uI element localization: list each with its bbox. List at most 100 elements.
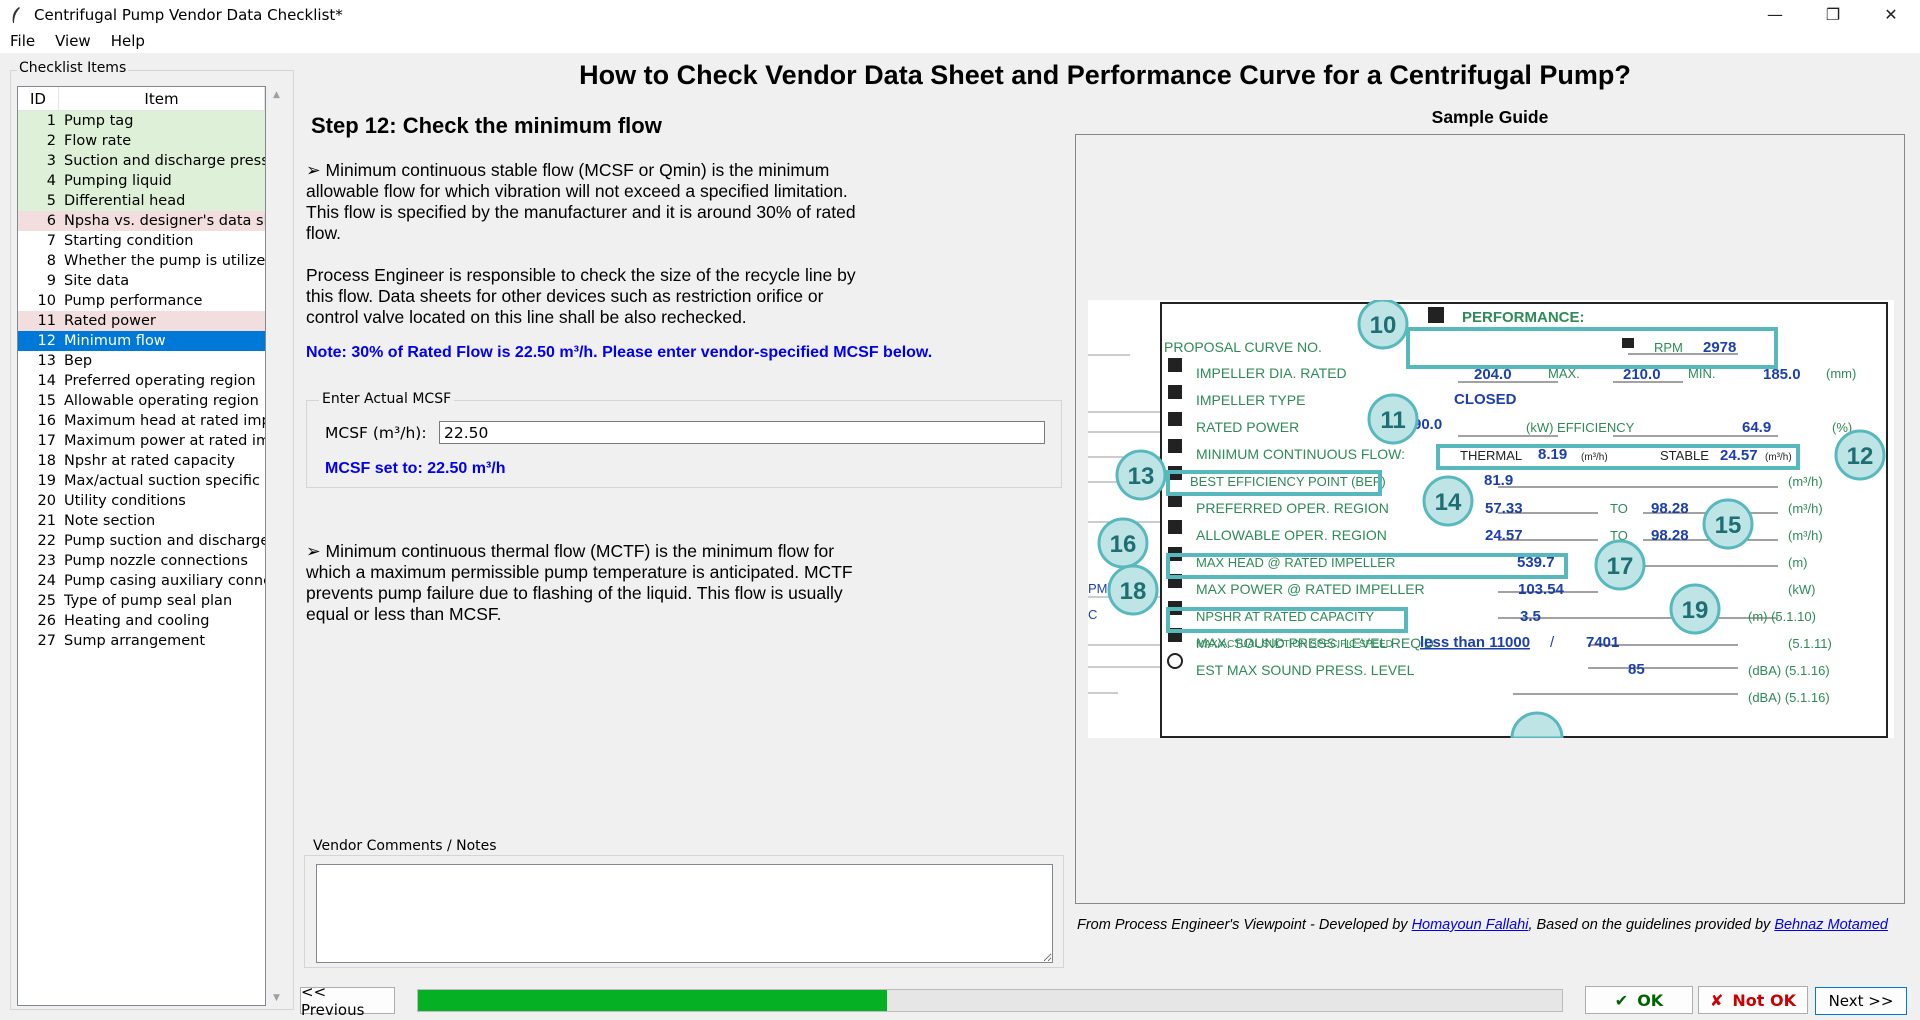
close-button[interactable]: ✕ bbox=[1862, 0, 1920, 29]
checklist-row[interactable]: 24 Pump casing auxiliary connections bbox=[18, 571, 265, 591]
menu-file[interactable]: File bbox=[0, 32, 45, 50]
vendor-datasheet-image: PM) C PERFORMANCE: PROPOSAL CURVE NO. IM… bbox=[1088, 300, 1894, 738]
checklist-row-id: 15 bbox=[37, 393, 56, 409]
restore-button[interactable]: ❐ bbox=[1804, 0, 1862, 29]
column-header-item[interactable]: Item bbox=[59, 87, 265, 110]
checklist-row[interactable]: 14 Preferred operating region bbox=[18, 371, 265, 391]
checklist-row-id: 20 bbox=[37, 493, 56, 509]
checklist-row[interactable]: 4 Pumping liquid bbox=[18, 171, 265, 191]
previous-button[interactable]: << Previous bbox=[300, 983, 395, 1019]
checklist-row[interactable]: 8 Whether the pump is utilized continuous… bbox=[18, 251, 265, 271]
checklist-row-id: 4 bbox=[46, 173, 56, 189]
checklist-row[interactable]: 18 Npshr at rated capacity bbox=[18, 451, 265, 471]
mcsf-input[interactable] bbox=[439, 421, 1045, 444]
checklist-row-label: Flow rate bbox=[64, 133, 132, 149]
checklist-row[interactable]: 12 Minimum flow bbox=[18, 331, 265, 351]
next-button[interactable]: Next >> bbox=[1815, 987, 1907, 1015]
mcsf-status: MCSF set to: 22.50 m³/h bbox=[325, 460, 506, 477]
ok-label: OK bbox=[1637, 990, 1664, 1010]
preferred-from-value: 57.33 bbox=[1485, 500, 1523, 517]
checklist-row[interactable]: 19 Max/actual suction specific speed bbox=[18, 471, 265, 491]
checklist-row-id: 23 bbox=[37, 553, 56, 569]
checklist-row-label: Suction and discharge pressure bbox=[64, 153, 265, 169]
checklist-row[interactable]: 27 Sump arrangement bbox=[18, 631, 265, 651]
checklist-row[interactable]: 2 Flow rate bbox=[18, 131, 265, 151]
ok-button[interactable]: ✔ OK bbox=[1585, 986, 1693, 1014]
checklist-row[interactable]: 10 Pump performance bbox=[18, 291, 265, 311]
to-label-1: TO bbox=[1610, 501, 1628, 516]
rpm-value: 2978 bbox=[1703, 339, 1736, 356]
kw-efficiency-label: (kW) EFFICIENCY bbox=[1526, 420, 1635, 435]
stable-value: 24.57 bbox=[1720, 447, 1758, 464]
checklist-row[interactable]: 16 Maximum head at rated impeller bbox=[18, 411, 265, 431]
column-header-id[interactable]: ID bbox=[18, 87, 59, 110]
not-ok-button[interactable]: ✘ Not OK bbox=[1698, 986, 1808, 1014]
checklist-row[interactable]: 7 Starting condition bbox=[18, 231, 265, 251]
checklist-row-label: Allowable operating region bbox=[64, 393, 259, 409]
checklist-row-label: Maximum power at rated impeller bbox=[64, 433, 265, 449]
edge-c-text: C bbox=[1088, 607, 1097, 622]
mctf-description: ➢ Minimum continuous thermal flow (MCTF)… bbox=[306, 541, 853, 624]
checklist-row-label: Max/actual suction specific speed bbox=[64, 473, 265, 489]
checklist-row-label: Preferred operating region bbox=[64, 373, 256, 389]
checklist-row-label: Sump arrangement bbox=[64, 633, 206, 649]
reference-link[interactable]: Behnaz Motamed bbox=[1774, 917, 1888, 933]
checklist-row-id: 13 bbox=[37, 353, 56, 369]
thermal-value: 8.19 bbox=[1538, 446, 1567, 463]
checklist-row[interactable]: 23 Pump nozzle connections bbox=[18, 551, 265, 571]
marker-13: 13 bbox=[1128, 463, 1155, 490]
author-link[interactable]: Homayoun Fallahi bbox=[1412, 917, 1529, 933]
checklist-row[interactable]: 26 Heating and cooling bbox=[18, 611, 265, 631]
checklist-row-label: Whether the pump is utilized continuousl… bbox=[64, 253, 265, 269]
checklist-row[interactable]: 13 Bep bbox=[18, 351, 265, 371]
window-title: Centrifugal Pump Vendor Data Checklist* bbox=[34, 5, 343, 24]
checklist-scrollbar[interactable]: ▲ ▼ bbox=[268, 86, 285, 1006]
checklist-row-label: Note section bbox=[64, 513, 156, 529]
checklist-row-label: Pump tag bbox=[64, 113, 134, 129]
checklist-row-id: 9 bbox=[46, 273, 56, 289]
checklist-row-label: Utility conditions bbox=[64, 493, 186, 509]
checklist-row[interactable]: 5 Differential head bbox=[18, 191, 265, 211]
menu-bar: File View Help bbox=[0, 29, 1920, 53]
checklist-row-id: 21 bbox=[37, 513, 56, 529]
checklist-row-label: Npsha vs. designer's data sheet bbox=[64, 213, 265, 229]
checklist-row-id: 3 bbox=[46, 153, 56, 169]
max-head-label: MAX HEAD @ RATED IMPELLER bbox=[1196, 555, 1395, 570]
checklist-row[interactable]: 21 Note section bbox=[18, 511, 265, 531]
checklist-row[interactable]: 6 Npsha vs. designer's data sheet bbox=[18, 211, 265, 231]
checklist-row[interactable]: 25 Type of pump seal plan bbox=[18, 591, 265, 611]
credit-prefix: From Process Engineer's Viewpoint - Deve… bbox=[1077, 917, 1412, 933]
preferred-to-value: 98.28 bbox=[1651, 500, 1689, 517]
marker-17: 17 bbox=[1607, 553, 1634, 580]
title-bar: Centrifugal Pump Vendor Data Checklist* … bbox=[0, 0, 1920, 29]
checklist-row-id: 25 bbox=[37, 593, 56, 609]
checklist-row[interactable]: 9 Site data bbox=[18, 271, 265, 291]
vendor-comments-textarea[interactable] bbox=[316, 864, 1053, 963]
menu-view[interactable]: View bbox=[45, 32, 101, 50]
minimize-button[interactable]: — bbox=[1746, 0, 1804, 29]
checklist-row-id: 14 bbox=[37, 373, 56, 389]
checklist-row[interactable]: 15 Allowable operating region bbox=[18, 391, 265, 411]
checklist-row-label: Maximum head at rated impeller bbox=[64, 413, 265, 429]
menu-help[interactable]: Help bbox=[101, 32, 155, 50]
rpm-label: RPM bbox=[1654, 340, 1683, 355]
checklist-row[interactable]: 11 Rated power bbox=[18, 311, 265, 331]
checklist-row[interactable]: 1 Pump tag bbox=[18, 111, 265, 131]
mcsf-label: MCSF (m³/h): bbox=[325, 423, 427, 442]
checklist-row[interactable]: 22 Pump suction and discharge lines bbox=[18, 531, 265, 551]
step-title: Step 12: Check the minimum flow bbox=[311, 113, 662, 138]
tree-header: ID Item bbox=[18, 87, 265, 111]
scroll-down-arrow-icon[interactable]: ▼ bbox=[268, 989, 285, 1006]
checklist-row-id: 26 bbox=[37, 613, 56, 629]
checklist-tree[interactable]: ID Item 1 Pump tag 2 Flow rate 3 Suction and … bbox=[17, 86, 266, 1006]
checklist-row[interactable]: 17 Maximum power at rated impeller bbox=[18, 431, 265, 451]
checklist-row[interactable]: 20 Utility conditions bbox=[18, 491, 265, 511]
bep-value: 81.9 bbox=[1484, 472, 1513, 489]
checklist-row[interactable]: 3 Suction and discharge pressure bbox=[18, 151, 265, 171]
checklist-row-id: 18 bbox=[37, 453, 56, 469]
min-cont-flow-label: MINIMUM CONTINUOUS FLOW: bbox=[1196, 446, 1405, 462]
checklist-row-id: 16 bbox=[37, 413, 56, 429]
efficiency-value: 64.9 bbox=[1742, 419, 1771, 436]
npshr-value: 3.5 bbox=[1520, 608, 1541, 625]
scroll-up-arrow-icon[interactable]: ▲ bbox=[268, 86, 285, 103]
